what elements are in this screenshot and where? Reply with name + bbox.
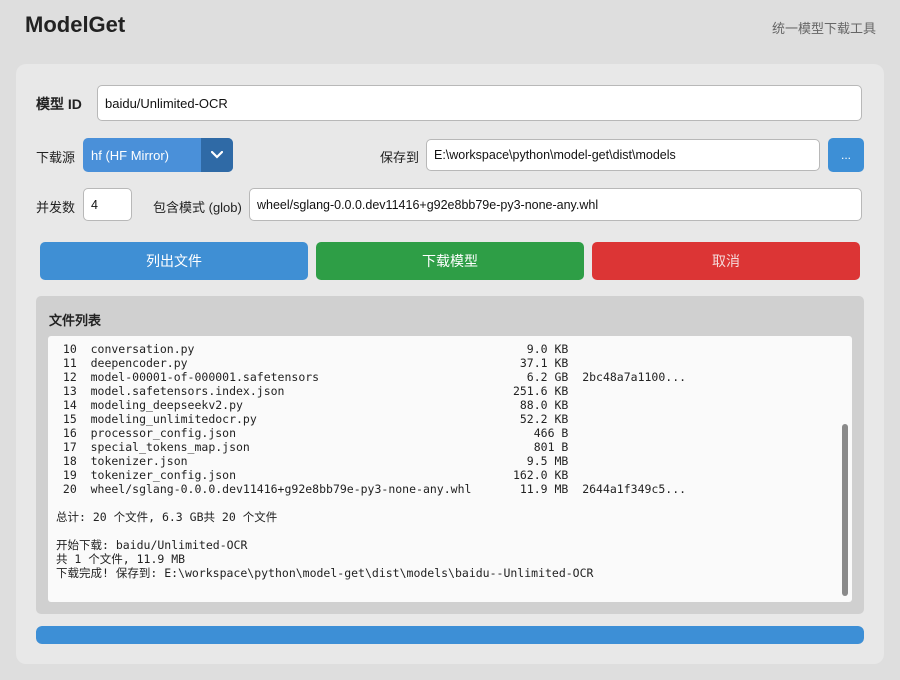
chevron-down-icon [201, 138, 233, 172]
glob-input[interactable]: wheel/sglang-0.0.0.dev11416+g92e8bb79e-p… [249, 188, 862, 221]
main-panel: 模型 ID baidu/Unlimited-OCR 下载源 hf (HF Mir… [16, 64, 884, 664]
source-label: 下载源 [36, 150, 76, 165]
app-title: ModelGet [25, 12, 126, 37]
browse-button[interactable]: ... [828, 138, 864, 172]
progress-fill [36, 626, 864, 644]
glob-value: wheel/sglang-0.0.0.dev11416+g92e8bb79e-p… [257, 197, 599, 212]
log-text: 10 conversation.py 9.0 KB 11 deepencoder… [56, 342, 687, 580]
file-list-section: 文件列表 10 conversation.py 9.0 KB 11 deepen… [36, 296, 864, 614]
concurrency-label: 并发数 [36, 200, 76, 215]
save-path-value: E:\workspace\python\model-get\dist\model… [434, 148, 676, 162]
file-list-title: 文件列表 [49, 313, 102, 328]
concurrency-value: 4 [91, 197, 98, 212]
source-select[interactable]: hf (HF Mirror) [83, 138, 233, 172]
progress-bar [36, 626, 864, 644]
file-list-log[interactable]: 10 conversation.py 9.0 KB 11 deepencoder… [48, 336, 852, 602]
list-files-button[interactable]: 列出文件 [40, 242, 308, 280]
save-path-input[interactable]: E:\workspace\python\model-get\dist\model… [426, 139, 820, 171]
cancel-button[interactable]: 取消 [592, 242, 860, 280]
source-select-value: hf (HF Mirror) [91, 147, 169, 163]
app-header: ModelGet 统一模型下载工具 [0, 0, 900, 56]
model-id-value: baidu/Unlimited-OCR [105, 95, 228, 111]
concurrency-input[interactable]: 4 [83, 188, 132, 221]
download-model-button[interactable]: 下载模型 [316, 242, 584, 280]
model-id-input[interactable]: baidu/Unlimited-OCR [97, 85, 862, 121]
glob-label: 包含模式 (glob) [153, 200, 242, 215]
save-label: 保存到 [380, 150, 420, 165]
log-scrollbar[interactable] [842, 424, 848, 596]
app-subtitle: 统一模型下载工具 [771, 21, 876, 36]
model-id-label: 模型 ID [36, 96, 82, 112]
